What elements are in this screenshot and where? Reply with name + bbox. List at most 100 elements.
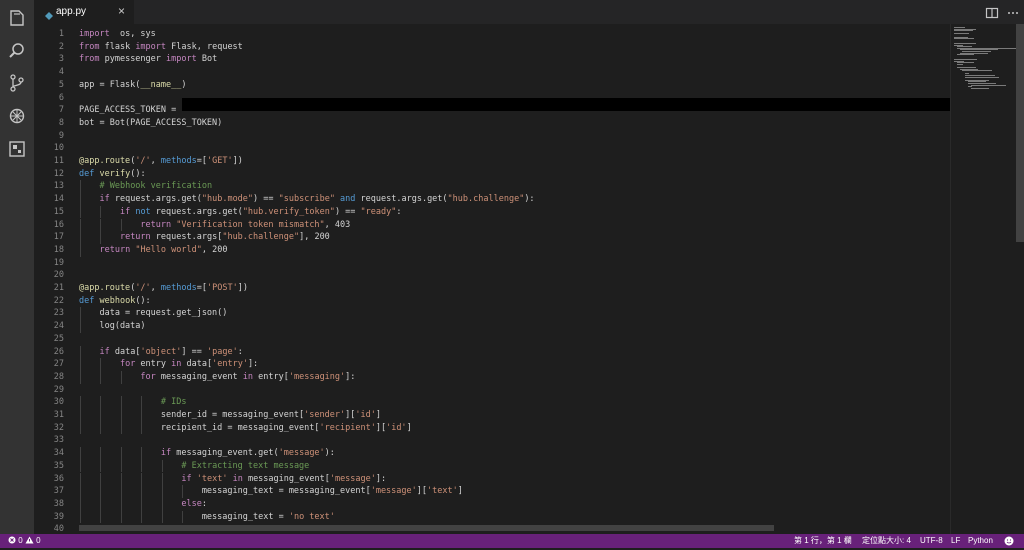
code-text: recipient_id = messaging_event['recipien… [79, 422, 412, 435]
indent-guide [141, 396, 143, 409]
code-line[interactable]: 26 if data['object'] == 'page': [34, 346, 950, 359]
code-token: "ready" [360, 206, 397, 217]
code-line[interactable]: 24 log(data) [34, 320, 950, 333]
minimap-line [954, 30, 973, 32]
horizontal-scrollbar[interactable] [79, 525, 774, 531]
indent-guide [100, 497, 102, 511]
code-line[interactable]: 9 [34, 130, 950, 143]
end-of-line[interactable]: LF [951, 535, 960, 547]
code-token: , 403 [324, 219, 351, 230]
code-token: verify [99, 168, 131, 179]
code-token: entry [135, 359, 172, 370]
problems-indicator[interactable]: 0 0 [8, 535, 41, 547]
code-editor[interactable]: 40 39 messaging_text = 'no text' 38 else: 3… [34, 24, 950, 534]
indent-guide [120, 485, 122, 498]
code-text: PAGE_ACCESS_TOKEN = [79, 104, 181, 117]
indent-guide [182, 485, 184, 498]
more-actions-icon[interactable] [1006, 5, 1020, 19]
debug-icon[interactable] [7, 106, 27, 126]
code-token: @app.route [79, 156, 131, 166]
code-token: ) == [253, 194, 279, 205]
source-control-icon[interactable] [7, 73, 27, 93]
error-icon [8, 536, 16, 544]
line-number: 11 [53, 156, 64, 166]
indent-guide [161, 472, 163, 486]
indent-guide [100, 409, 102, 422]
code-line[interactable]: 27 for entry in data['entry']: [34, 358, 950, 371]
code-line[interactable]: 11 @app.route('/', methods=['GET']) [34, 155, 950, 168]
code-line[interactable]: 36 if 'text' in messaging_event['message… [34, 473, 950, 486]
code-line[interactable]: 31 sender_id = messaging_event['sender']… [34, 409, 950, 422]
line-number: 36 [53, 473, 64, 484]
code-line[interactable]: 3 from pymessenger import Bot [34, 53, 950, 66]
encoding[interactable]: UTF-8 [920, 535, 943, 547]
language-mode[interactable]: Python [968, 535, 993, 547]
code-line[interactable]: 29 [34, 384, 950, 397]
code-line[interactable]: 22 def webhook(): [34, 295, 950, 308]
code-line[interactable]: 28 for messaging_event in entry['messagi… [34, 371, 950, 384]
code-line[interactable]: 25 [34, 333, 950, 346]
code-token: if [119, 206, 131, 217]
code-line[interactable]: 38 else: [34, 498, 950, 511]
code-line[interactable]: 32 recipient_id = messaging_event['recip… [34, 422, 950, 435]
code-token: 'no text' [288, 511, 335, 522]
code-token: ] == [181, 346, 207, 357]
indent-guide [80, 307, 81, 321]
code-line[interactable]: 13 # Webhook verification [34, 180, 950, 193]
tab-app-py[interactable]: app.py × [34, 0, 134, 24]
line-number: 35 [53, 460, 64, 471]
code-line[interactable]: 5 app = Flask(__name__) [34, 79, 950, 92]
code-line[interactable]: 33 [34, 434, 950, 447]
code-token: ]) [232, 156, 243, 166]
code-line[interactable]: 19 [34, 257, 950, 270]
code-token: 'entry' [212, 359, 248, 370]
code-line[interactable]: 39 messaging_text = 'no text' [34, 511, 950, 524]
line-number: 14 [53, 194, 64, 205]
code-token: 'recipient' [319, 422, 376, 433]
code-line[interactable]: 17 return request.args["hub.challenge"],… [34, 231, 950, 244]
code-line[interactable]: 20 [34, 269, 950, 282]
code-line[interactable]: 18 return "Hello world", 200 [34, 244, 950, 257]
code-token: "hub.challenge" [222, 232, 300, 243]
code-line[interactable]: 10 [34, 142, 950, 155]
extensions-icon[interactable] [7, 139, 27, 159]
line-number: 12 [53, 168, 64, 179]
cursor-position[interactable]: 第 1 行，第 1 欄 [794, 535, 852, 547]
scrollbar-thumb[interactable] [1016, 24, 1024, 242]
code-line[interactable]: 30 # IDs [34, 396, 950, 409]
code-line[interactable]: 16 return "Verification token mismatch",… [34, 219, 950, 232]
code-line[interactable]: 8 bot = Bot(PAGE_ACCESS_TOKEN) [34, 117, 950, 130]
code-line[interactable]: 2 from flask import Flask, request [34, 41, 950, 54]
indent-guide [182, 510, 184, 524]
split-editor-icon[interactable] [985, 5, 999, 19]
code-line[interactable]: 35 # Extracting text message [34, 460, 950, 473]
code-token: messaging_event.get( [171, 448, 279, 459]
code-line[interactable]: 14 if request.args.get("hub.mode") == "s… [34, 193, 950, 206]
indentation[interactable]: 定位點大小: 4 [862, 535, 911, 547]
vertical-scrollbar[interactable] [1016, 24, 1024, 534]
indent-guide [80, 409, 81, 422]
indent-guide [120, 409, 122, 422]
code-line[interactable]: 23 data = request.get_json() [34, 307, 950, 320]
code-line[interactable]: 4 [34, 66, 950, 79]
indent-guide [141, 497, 143, 511]
explorer-icon[interactable] [7, 9, 27, 29]
code-line[interactable]: 12 def verify(): [34, 168, 950, 181]
search-icon[interactable] [7, 41, 27, 61]
code-token: ]: [375, 473, 387, 484]
indent-guide [120, 370, 122, 384]
code-line[interactable]: 15 if not request.args.get("hub.verify_t… [34, 206, 950, 219]
close-icon[interactable]: × [118, 4, 125, 18]
code-line[interactable]: 21 @app.route('/', methods=['POST']) [34, 282, 950, 295]
indent-guide [120, 218, 122, 232]
code-line[interactable]: 34 if messaging_event.get('message'): [34, 447, 950, 460]
minimap[interactable] [950, 24, 1017, 534]
code-token: ]: [247, 359, 259, 370]
code-token: ]) [237, 283, 248, 293]
code-line[interactable]: 37 messaging_text = messaging_event['mes… [34, 485, 950, 498]
code-line[interactable]: 1 import os, sys [34, 28, 950, 41]
code-token: PAGE_ACCESS_TOKEN = [79, 105, 182, 116]
